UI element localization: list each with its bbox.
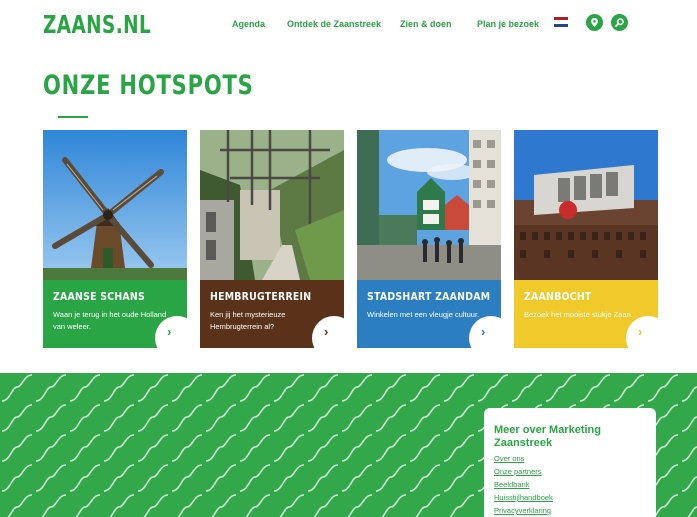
nav-agenda[interactable]: Agenda [232, 19, 265, 29]
footer-link-huisstijlhandboek[interactable]: Huisstijlhandboek [494, 491, 646, 504]
location-button[interactable] [586, 14, 603, 31]
card-description: Bezoek het mooiste stukje Zaan. [524, 310, 633, 319]
footer-links: Over ons Onze partners Beeldbank Huissti… [494, 452, 646, 517]
card-title: STADSHART ZAANDAM [367, 290, 491, 303]
card-title: HEMBRUGTERREIN [210, 290, 312, 303]
chevron-right-icon: › [324, 324, 329, 339]
card-panel: HEMBRUGTERREIN Ken jij het mysterieuze H… [200, 280, 344, 348]
title-underline [58, 116, 88, 118]
footer-info-box: Meer over Marketing Zaanstreek Over ons … [484, 408, 656, 517]
site-header: ZAANS.NL Agenda Ontdek de Zaanstreek Zie… [0, 0, 697, 48]
card-panel: ZAANBOCHT Bezoek het mooiste stukje Zaan… [514, 280, 658, 348]
hembrugterrein-photo [200, 130, 344, 280]
footer-link-beeldbank[interactable]: Beeldbank [494, 478, 646, 491]
zaanbocht-photo [514, 130, 658, 280]
card-panel: STADSHART ZAANDAM Winkelen met een vleug… [357, 280, 501, 348]
card-title: ZAANSE SCHANS [53, 290, 145, 303]
card-title: ZAANBOCHT [524, 290, 592, 303]
flag-nl-icon[interactable] [554, 17, 568, 27]
footer-link-over-ons[interactable]: Over ons [494, 452, 646, 465]
search-button[interactable] [611, 14, 628, 31]
hotspot-card-stadshart-zaandam[interactable]: STADSHART ZAANDAM Winkelen met een vleug… [357, 130, 501, 348]
footer-link-privacyverklaring[interactable]: Privacyverklaring [494, 504, 646, 517]
hotspot-card-zaanse-schans[interactable]: ZAANSE SCHANS Waan je terug in het oude … [43, 130, 187, 348]
card-description: Winkelen met een vleugje cultuur. [367, 310, 480, 319]
site-logo[interactable]: ZAANS.NL [43, 10, 151, 39]
nav-ontdek-de-zaanstreek[interactable]: Ontdek de Zaanstreek [287, 19, 381, 29]
nav-zien-en-doen[interactable]: Zien & doen [400, 19, 452, 29]
chevron-right-icon: › [481, 324, 486, 339]
hotspot-card-hembrugterrein[interactable]: HEMBRUGTERREIN Ken jij het mysterieuze H… [200, 130, 344, 348]
zaandam-photo [357, 130, 501, 280]
card-panel: ZAANSE SCHANS Waan je terug in het oude … [43, 280, 187, 348]
location-icon [591, 18, 598, 27]
flag-blue-stripe [554, 23, 568, 27]
hotspots-title: ONZE HOTSPOTS [43, 70, 254, 101]
hotspot-card-zaanbocht[interactable]: ZAANBOCHT Bezoek het mooiste stukje Zaan… [514, 130, 658, 348]
card-description: Waan je terug in het oude Holland van we… [53, 310, 167, 331]
card-description: Ken jij het mysterieuze Hembrugterrein a… [210, 310, 286, 331]
nav-plan-je-bezoek[interactable]: Plan je bezoek [477, 19, 539, 29]
search-icon [615, 18, 624, 27]
chevron-right-icon: › [167, 324, 172, 339]
footer-info-title: Meer over Marketing Zaanstreek [494, 424, 601, 449]
windmill-photo [43, 130, 187, 280]
chevron-right-icon: › [638, 324, 643, 339]
footer-link-onze-partners[interactable]: Onze partners [494, 465, 646, 478]
